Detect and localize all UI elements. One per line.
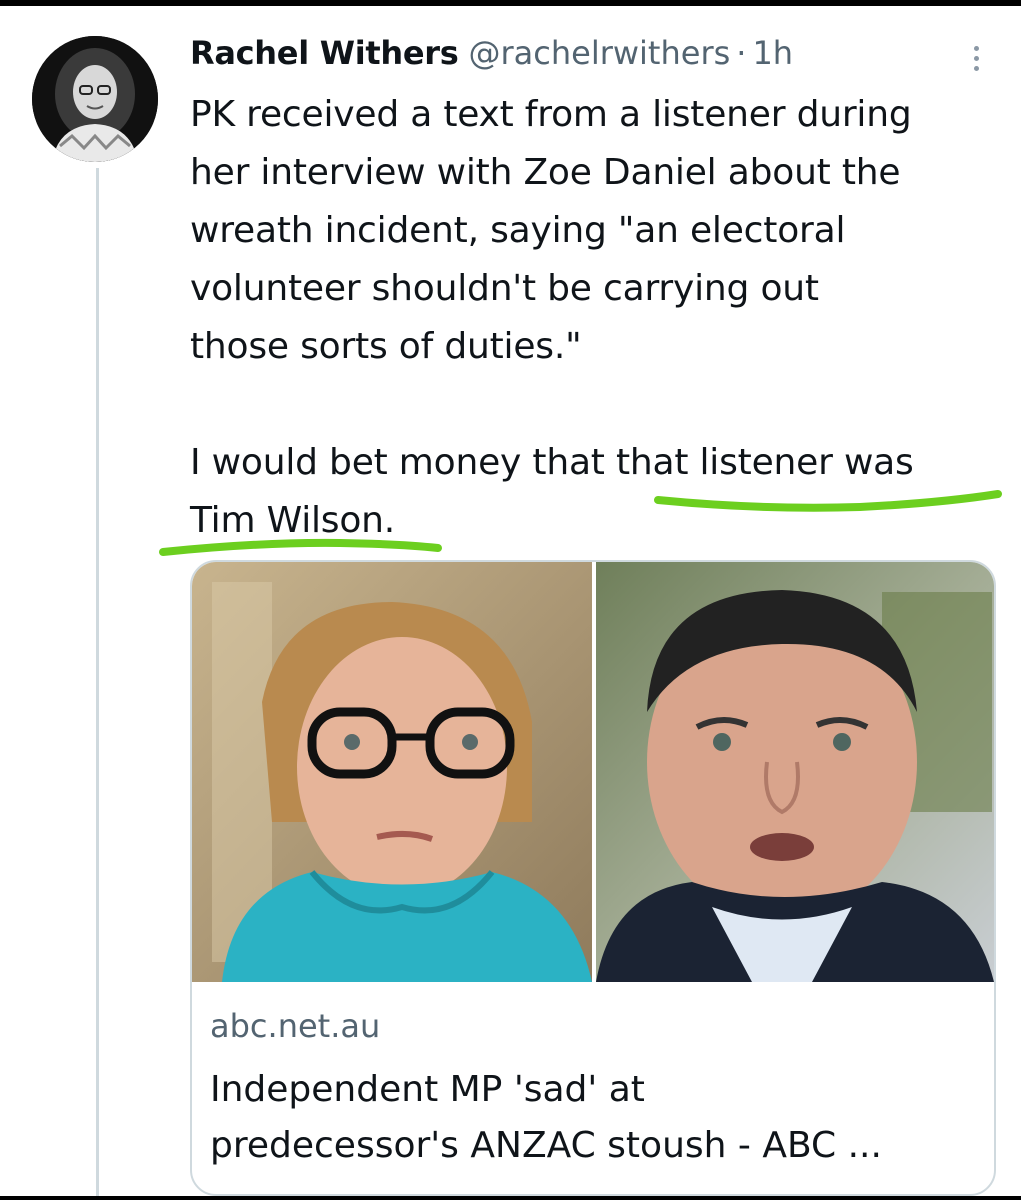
tweet-time[interactable]: 1h [752,34,793,72]
more-options-button[interactable] [958,36,994,80]
avatar[interactable] [32,36,158,162]
card-title-line: predecessor's ANZAC stoush - ABC ... [210,1125,882,1166]
card-domain: abc.net.au [210,1007,381,1045]
card-title-line: Independent MP 'sad' at [210,1069,645,1110]
more-vertical-icon-dot [973,65,979,71]
header-separator: · [736,34,747,72]
tweet-text-line: those sorts of duties." [190,326,582,367]
tweet-text-line: volunteer shouldn't be carrying out [190,268,819,309]
tweet-text-line: Tim Wilson. [190,500,396,541]
card-title: Independent MP 'sad' at predecessor's AN… [210,1062,970,1174]
tweet-text-line: wreath incident, saying "an electoral [190,210,846,251]
tweet-text: PK received a text from a listener durin… [190,86,990,550]
tweet-paragraph-1: PK received a text from a listener durin… [190,86,990,376]
thread-line [96,168,99,1196]
more-vertical-icon [973,45,979,51]
author-name[interactable]: Rachel Withers [190,34,459,72]
card-image [192,562,994,982]
tweet-text-line: I would bet money that that listener was [190,442,914,483]
tweet-text-line: her interview with Zoe Daniel about the [190,152,901,193]
tweet-paragraph-2: I would bet money that that listener was… [190,434,990,550]
top-border [0,0,1021,6]
bottom-border [0,1196,1021,1200]
author-handle[interactable]: @rachelrwithers [468,34,730,72]
link-card[interactable]: abc.net.au Independent MP 'sad' at prede… [190,560,996,1196]
more-vertical-icon-dot [973,55,979,61]
tweet-header: Rachel Withers @rachelrwithers · 1h [190,34,793,84]
avatar-image [32,36,158,162]
tweet-text-line: PK received a text from a listener durin… [190,94,912,135]
